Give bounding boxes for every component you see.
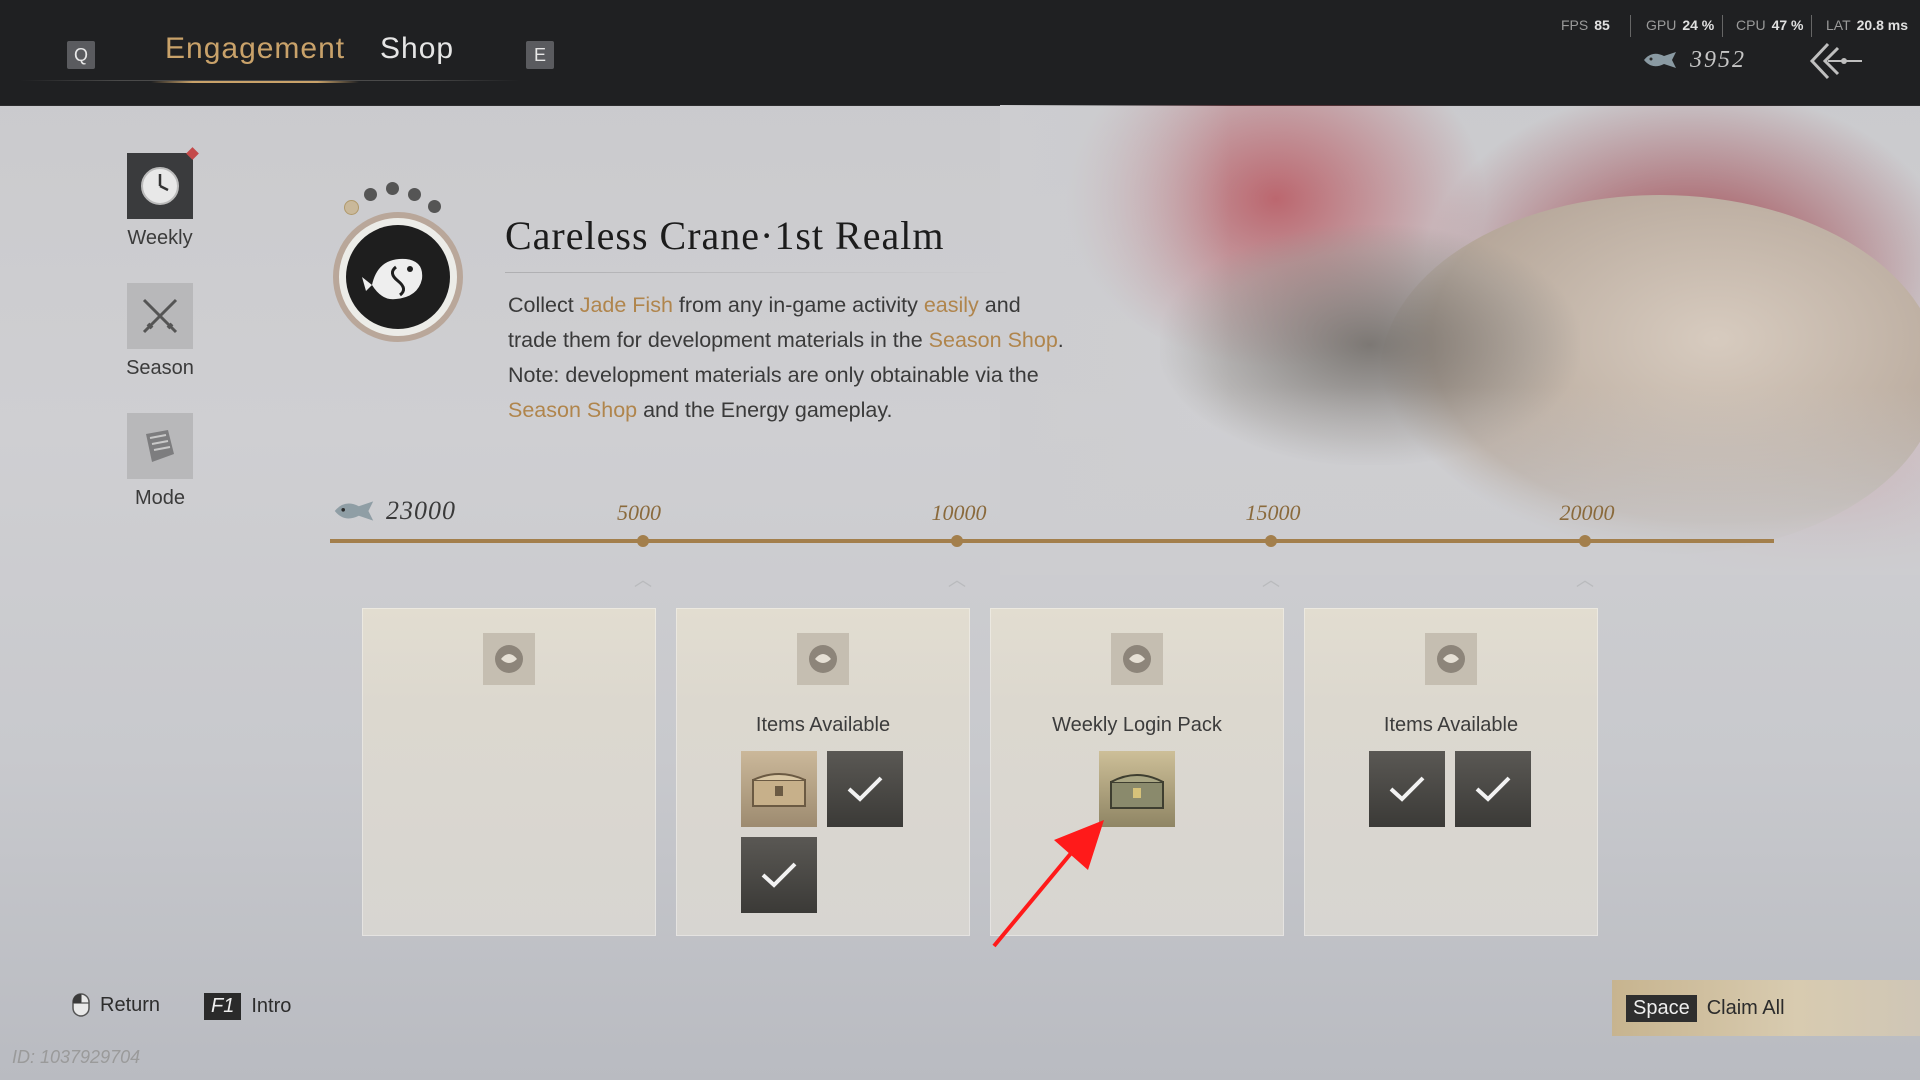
fps-readout: FPS 85 <box>1561 17 1610 33</box>
milestone-dot <box>1579 535 1591 547</box>
chest-icon[interactable] <box>1099 751 1175 827</box>
annotation-arrow-icon <box>992 820 1104 948</box>
progress-track <box>330 539 1774 543</box>
jade-fish-icon <box>334 501 374 521</box>
jade-fish-link: Jade Fish <box>579 293 673 317</box>
progress-total: 23000 <box>332 496 456 526</box>
sidebar-item-mode[interactable]: Mode <box>110 413 210 510</box>
reward-card-10000[interactable]: Items Available <box>676 608 970 936</box>
cpu-value: 47 % <box>1771 17 1804 33</box>
tab-divider <box>20 80 520 81</box>
reward-card-5000[interactable] <box>362 608 656 936</box>
desc-text: Note: development materials are only obt… <box>508 363 1039 387</box>
currency-value: 3952 <box>1690 46 1746 73</box>
season-shop-link: Season Shop <box>928 328 1058 352</box>
hero-artwork <box>1000 105 1920 575</box>
title-underline <box>505 272 1015 273</box>
chevron-up-icon: ︿ <box>948 570 966 591</box>
intro-label: Intro <box>251 995 292 1017</box>
fps-label: FPS <box>1561 17 1589 33</box>
claimed-token-icon <box>1425 633 1477 685</box>
reward-card-20000[interactable]: Items Available <box>1304 608 1598 936</box>
jade-fish-icon <box>1644 52 1676 68</box>
scroll-icon <box>127 413 193 479</box>
perf-divider <box>1811 15 1812 37</box>
claim-all-label: Claim All <box>1706 996 1785 1019</box>
page-title: Careless Crane·1st Realm <box>505 213 945 258</box>
koi-emblem-icon <box>333 212 463 342</box>
chevron-up-icon: ︿ <box>1576 570 1594 591</box>
sidebar-item-label: Mode <box>134 487 186 509</box>
milestone-label: 20000 <box>1559 500 1615 525</box>
cpu-label: CPU <box>1736 17 1766 33</box>
user-id: ID: 1037929704 <box>12 1047 141 1067</box>
top-bar: Q Engagement Shop E FPS 85 GPU 24 % CPU 47 … <box>0 0 1920 106</box>
intro-hint[interactable]: F1 Intro <box>204 993 291 1020</box>
latency-readout: LAT 20.8 ms <box>1826 17 1908 33</box>
lat-value: 20.8 ms <box>1856 17 1909 33</box>
reward-card-label: Items Available <box>1383 714 1519 736</box>
sidebar-item-label: Weekly <box>127 227 193 249</box>
sidebar-item-season[interactable]: Season <box>110 283 210 380</box>
next-tab-key[interactable]: E <box>526 41 554 69</box>
fog-overlay <box>1000 105 1920 575</box>
space-key: Space <box>1626 994 1697 1022</box>
desc-text: and the Energy gameplay. <box>637 398 893 422</box>
claimed-token-icon <box>797 633 849 685</box>
claimed-check-icon[interactable] <box>741 837 817 913</box>
claimed-token-icon <box>483 633 535 685</box>
claim-all-button[interactable]: Space Claim All <box>1612 980 1920 1036</box>
f1-key: F1 <box>204 993 242 1020</box>
clock-icon <box>127 153 193 219</box>
desc-text: from any in-game activity <box>672 293 924 317</box>
gpu-value: 24 % <box>1682 17 1715 33</box>
milestone-dot <box>951 535 963 547</box>
desc-text: Collect <box>508 293 580 317</box>
lat-label: LAT <box>1826 17 1851 33</box>
chest-icon[interactable] <box>741 751 817 827</box>
claimed-check-icon[interactable] <box>1455 751 1531 827</box>
event-description: Collect Jade Fish from any in-game activ… <box>508 288 1068 428</box>
chevron-up-icon: ︿ <box>634 570 652 591</box>
milestone-label: 15000 <box>1245 500 1301 525</box>
back-arrow-icon[interactable] <box>1808 42 1864 80</box>
return-hint[interactable]: Return <box>72 993 160 1017</box>
claimed-check-icon[interactable] <box>1369 751 1445 827</box>
milestone-label: 5000 <box>617 500 661 525</box>
fps-value: 85 <box>1594 17 1610 33</box>
milestone-dot <box>637 535 649 547</box>
perf-divider <box>1722 15 1723 37</box>
progress-total-value: 23000 <box>386 496 456 525</box>
highlight-text: easily <box>923 293 979 317</box>
gpu-label: GPU <box>1646 17 1677 33</box>
season-shop-link: Season Shop <box>508 398 638 422</box>
gpu-readout: GPU 24 % <box>1646 17 1714 33</box>
desc-text: . <box>1057 328 1064 352</box>
claimed-check-icon[interactable] <box>827 751 903 827</box>
tab-engagement[interactable]: Engagement <box>150 32 360 83</box>
return-label: Return <box>100 993 161 1016</box>
crossed-swords-icon <box>127 283 193 349</box>
prev-tab-key[interactable]: Q <box>67 41 95 69</box>
tab-shop[interactable]: Shop <box>380 32 454 66</box>
claimed-token-icon <box>1111 633 1163 685</box>
reward-card-label: Weekly Login Pack <box>1052 714 1222 736</box>
chevron-up-icon: ︿ <box>1262 570 1280 591</box>
sidebar-item-label: Season <box>126 357 194 379</box>
mouse-icon <box>72 993 90 1017</box>
cpu-readout: CPU 47 % <box>1736 17 1803 33</box>
perf-divider <box>1630 15 1631 37</box>
sidebar-item-weekly[interactable]: Weekly <box>110 147 210 250</box>
milestone-dot <box>1265 535 1277 547</box>
reward-card-label: Items Available <box>755 714 891 736</box>
milestone-label: 10000 <box>931 500 987 525</box>
currency-display: 3952 <box>1642 44 1746 76</box>
